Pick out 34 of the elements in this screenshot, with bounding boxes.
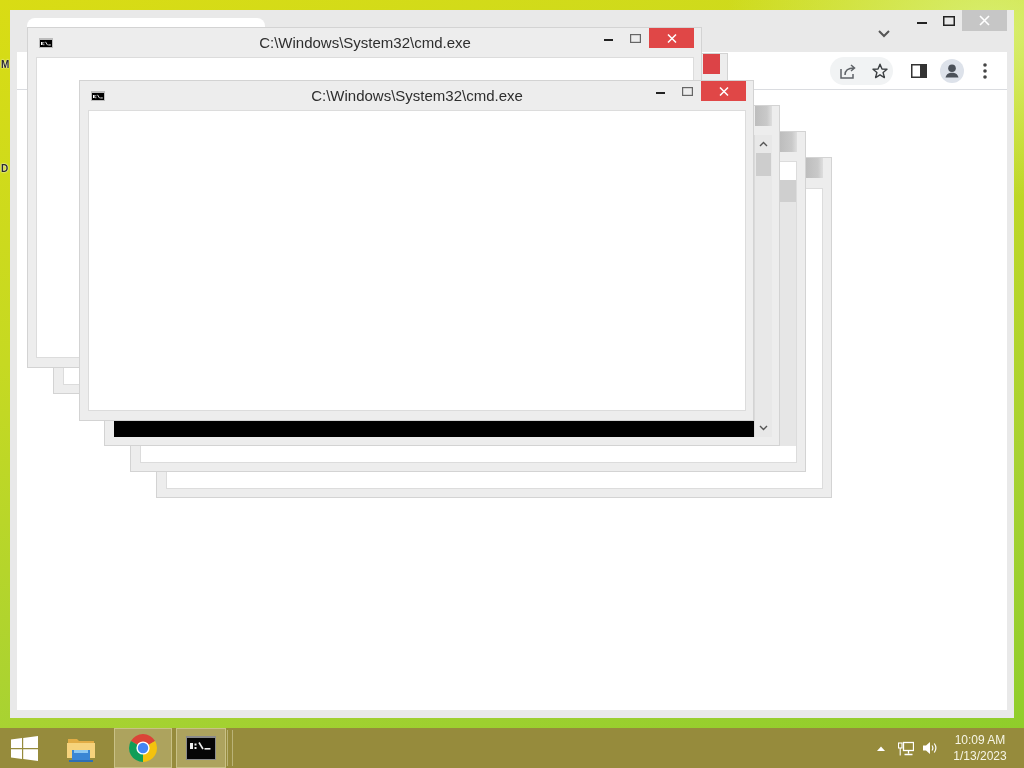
window-grid-icon[interactable]	[10, 735, 38, 761]
share-icon[interactable]	[839, 62, 857, 79]
maximize-icon[interactable]	[943, 15, 955, 26]
clock-date: 1/13/2023	[953, 748, 1007, 764]
clock-time: 10:09 AM	[954, 732, 1006, 748]
desktop-icon-label[interactable]: M	[1, 59, 10, 71]
terminal-icon	[39, 37, 53, 48]
ring-logo-icon	[128, 733, 158, 763]
scrollbar-thumb[interactable]	[756, 153, 771, 176]
speaker-icon[interactable]	[922, 741, 938, 755]
terminal-icon	[91, 90, 105, 101]
chevron-up-icon[interactable]	[759, 141, 768, 147]
network-icon[interactable]	[898, 740, 914, 756]
address-bar[interactable]	[830, 56, 893, 85]
scrollbar[interactable]	[754, 135, 772, 437]
star-icon[interactable]	[872, 62, 888, 79]
scrollbar-thumb[interactable]	[780, 180, 796, 202]
close-icon	[718, 86, 729, 96]
window-title: C:\Windows\System32\cmd.exe	[259, 33, 471, 53]
close-icon	[666, 33, 677, 43]
side-panel-icon[interactable]	[911, 63, 927, 78]
menu-icon[interactable]	[983, 62, 987, 79]
close-button[interactable]	[649, 28, 694, 48]
chevron-down-icon[interactable]	[759, 425, 768, 431]
scrollbar[interactable]	[780, 180, 796, 446]
window-title: C:\Windows\System32\cmd.exe	[311, 86, 523, 106]
taskbar-button[interactable]	[176, 728, 226, 768]
close-icon	[979, 15, 990, 26]
avatar-icon[interactable]	[940, 58, 964, 83]
desktop-icon-label[interactable]: D	[1, 163, 9, 175]
close-button[interactable]	[701, 81, 746, 101]
terminal-icon	[186, 736, 216, 760]
chevron-down-icon[interactable]	[878, 30, 890, 38]
caret-up-icon[interactable]	[877, 745, 885, 751]
